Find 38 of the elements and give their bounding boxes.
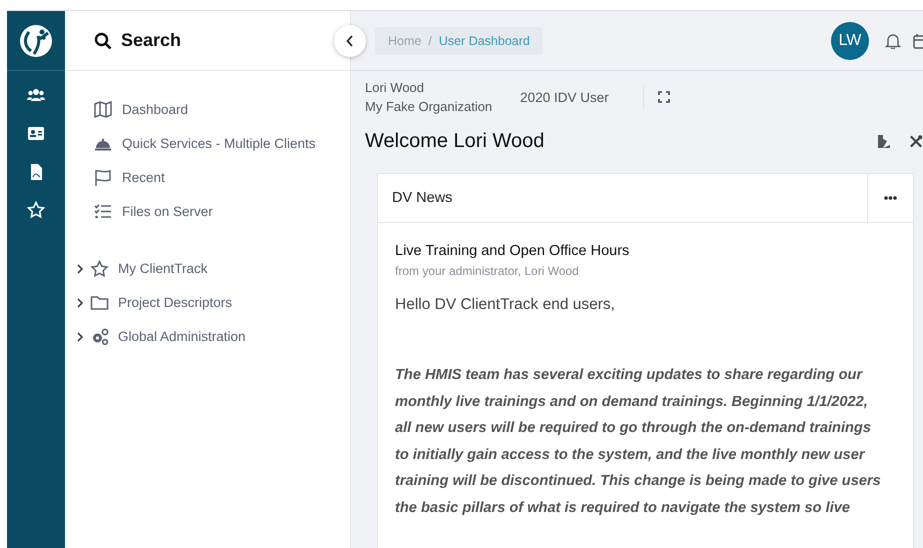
tools-icon[interactable]: [909, 134, 923, 149]
post-author: from your administrator, Lori Wood: [395, 264, 580, 278]
post-title: Live Training and Open Office Hours: [395, 243, 630, 259]
bell-icon[interactable]: [885, 32, 901, 48]
collapse-button[interactable]: [334, 25, 366, 57]
organization-name: My Fake Organization: [365, 99, 492, 114]
chevron-right-icon[interactable]: [76, 332, 84, 342]
star-icon[interactable]: [27, 201, 45, 219]
user-avatar[interactable]: LW: [831, 22, 869, 60]
user-name: Lori Wood: [365, 80, 426, 95]
chevron-right-icon[interactable]: [76, 298, 84, 308]
post-greeting: Hello DV ClientTrack end users,: [395, 296, 616, 314]
tree-item[interactable]: Global Administration: [118, 329, 246, 344]
flag-icon: [94, 169, 112, 186]
id-card-icon[interactable]: [27, 125, 45, 143]
sidebar-item[interactable]: Dashboard: [122, 102, 188, 117]
search-title[interactable]: Search: [121, 30, 182, 51]
chevron-right-icon[interactable]: [76, 264, 84, 274]
logo-icon[interactable]: [19, 24, 53, 58]
calendar-icon[interactable]: [913, 32, 923, 48]
sidebar-item[interactable]: Quick Services - Multiple Clients: [122, 136, 316, 151]
post-paragraph: The HMIS team has several exciting updates to share regarding our monthly live trainings and on demand trainings. Beginning 1/1/2022, all new users will be required to go through the on-demand trainings to initially gain access to the system, and the live monthly new user training will be discontinued. This change is being made to give users the basic pillars of what is required to navigate the system so live: [395, 366, 882, 518]
tree-item[interactable]: My ClientTrack: [118, 261, 208, 276]
map-icon: [94, 101, 112, 118]
ellipsis-icon: [884, 196, 897, 200]
sidebar-item[interactable]: Files on Server: [122, 204, 213, 219]
checklist-icon: [94, 203, 112, 220]
search-icon: [94, 32, 112, 50]
welcome-heading: Welcome Lori Wood: [365, 130, 546, 153]
folder-icon: [90, 294, 109, 311]
breadcrumb-separator: /: [428, 34, 432, 48]
sidebar-item[interactable]: Recent: [122, 170, 165, 185]
fullscreen-icon[interactable]: [658, 91, 670, 103]
user-role: 2020 IDV User: [520, 90, 609, 104]
tree-item[interactable]: Project Descriptors: [118, 295, 232, 310]
star-icon: [90, 260, 109, 277]
chevron-left-icon: [346, 35, 354, 47]
card-title: DV News: [391, 190, 454, 206]
